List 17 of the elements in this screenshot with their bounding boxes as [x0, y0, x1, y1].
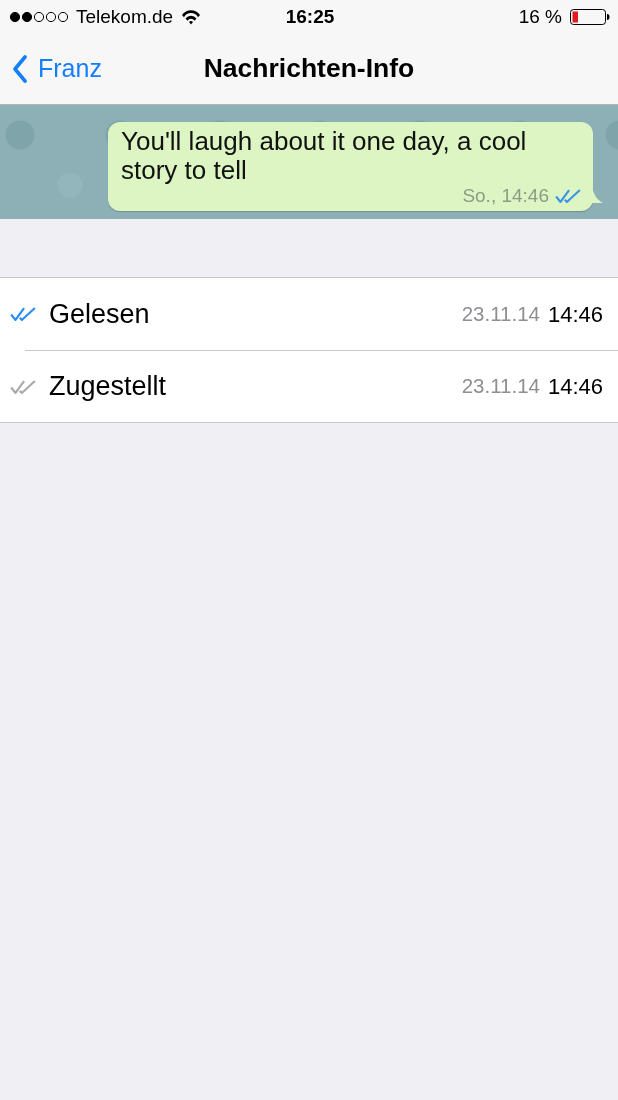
carrier-name: Telekom.de: [76, 4, 174, 29]
message-time: So., 14:46: [462, 185, 549, 207]
screen-title: Nachrichten-Info: [203, 52, 415, 86]
receipt-date: 23.11.14: [461, 373, 540, 400]
back-button[interactable]: Franz: [0, 50, 102, 88]
receipt-status-label: Zugestellt: [49, 370, 167, 404]
receipt-time: 14:46: [547, 373, 603, 401]
receipt-date: 23.11.14: [461, 300, 540, 327]
receipt-time: 14:46: [547, 300, 603, 329]
message-text: You'll laugh about it one day, a cool story to tell: [121, 127, 528, 185]
battery-icon: [570, 9, 610, 25]
chevron-left-icon: [12, 55, 28, 83]
clock-time: 16:25: [285, 4, 335, 29]
battery-percentage: 16 %: [518, 4, 562, 29]
receipt-status-label: Gelesen: [49, 297, 150, 331]
wifi-icon: [181, 9, 202, 25]
signal-strength-icon: [10, 11, 68, 23]
